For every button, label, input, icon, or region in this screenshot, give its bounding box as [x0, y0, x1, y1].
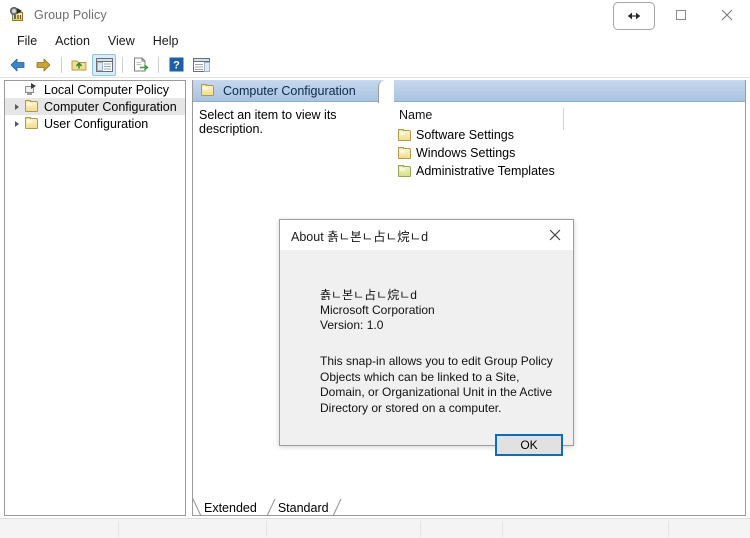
dialog-description: This snap-in allows you to edit Group Po…: [320, 354, 557, 415]
menu-action[interactable]: Action: [46, 32, 99, 50]
tab-label: Extended: [204, 500, 257, 515]
tree-node-computer-configuration[interactable]: Computer Configuration: [5, 98, 185, 115]
close-icon: [721, 9, 733, 21]
product-name: 춁ㄴ본ㄴ占ㄴ烷ㄴd: [320, 288, 417, 302]
window-title: Group Policy: [34, 8, 107, 22]
expander-chevron[interactable]: [9, 99, 24, 114]
group-policy-window: Group Policy File Action View Help ? Loc…: [0, 0, 750, 538]
list-item-label: Administrative Templates: [416, 164, 555, 178]
column-divider[interactable]: [563, 108, 564, 130]
console-tree-icon: [95, 57, 113, 72]
list-item-label: Software Settings: [416, 128, 514, 142]
version-text: Version: 1.0: [320, 318, 384, 332]
tree-node-user-configuration[interactable]: User Configuration: [5, 115, 185, 132]
list-item-label: Windows Settings: [416, 146, 516, 160]
about-dialog[interactable]: About 춁ㄴ본ㄴ占ㄴ烷ㄴd 춁ㄴ본ㄴ占ㄴ烷ㄴd Microsoft Corp…: [279, 219, 574, 456]
status-divider: [266, 521, 267, 537]
list-column-header[interactable]: Name: [391, 108, 745, 130]
list-item[interactable]: Administrative Templates: [391, 162, 745, 180]
ok-button-label: OK: [520, 438, 538, 452]
status-divider: [420, 521, 421, 537]
menu-file[interactable]: File: [8, 32, 46, 50]
list-item[interactable]: Windows Settings: [391, 144, 745, 162]
folder-icon: [397, 146, 413, 161]
close-button[interactable]: [704, 0, 750, 30]
forward-button[interactable]: [31, 54, 55, 76]
group-policy-icon: [10, 7, 26, 23]
tab-slash-left: [192, 498, 202, 517]
action-pane-icon: [192, 57, 210, 72]
back-button[interactable]: [6, 54, 30, 76]
show-hide-console-tree-button[interactable]: [92, 53, 116, 76]
tree-node-label: Local Computer Policy: [44, 82, 170, 97]
toolbar-separator: [61, 56, 62, 73]
ok-button[interactable]: OK: [495, 434, 563, 456]
pane-header-notch: [378, 80, 394, 103]
folder-icon: [200, 83, 216, 98]
chevron-right-icon: [14, 103, 19, 110]
menu-help[interactable]: Help: [144, 32, 188, 50]
expander-chevron[interactable]: [9, 116, 24, 131]
status-divider: [502, 521, 503, 537]
folder-up-icon: [71, 60, 87, 70]
status-bar: [0, 518, 750, 538]
maximize-icon: [676, 10, 686, 20]
tab-slash-left: [266, 498, 276, 517]
show-hide-action-pane-button[interactable]: [189, 54, 213, 76]
folder-icon: [24, 116, 40, 131]
title-bar: Group Policy: [0, 0, 750, 30]
toolbar-separator: [158, 56, 159, 73]
close-icon: [549, 229, 561, 241]
tab-extended[interactable]: Extended: [192, 498, 266, 517]
details-pane-title: Computer Configuration: [223, 83, 356, 98]
tab-slash-right: [332, 498, 342, 517]
horizontal-resize-cursor-icon: [628, 12, 640, 20]
question-mark-icon: ?: [169, 57, 183, 72]
tree-node-label: Computer Configuration: [44, 99, 177, 114]
policy-icon: [24, 82, 40, 97]
toolbar-separator: [122, 56, 123, 73]
description-text: Select an item to view its description.: [199, 108, 337, 136]
status-divider: [668, 521, 669, 537]
dialog-body: 춁ㄴ본ㄴ占ㄴ烷ㄴd Microsoft Corporation Version:…: [280, 250, 573, 456]
tab-label: Standard: [277, 500, 329, 515]
dialog-title-bar: About 춁ㄴ본ㄴ占ㄴ烷ㄴd: [280, 220, 573, 250]
tree-node-local-computer-policy[interactable]: Local Computer Policy: [5, 81, 185, 98]
resize-cursor-overlay: [613, 2, 655, 30]
folder-icon: [397, 128, 413, 143]
folder-green-icon: [397, 164, 413, 179]
company-name: Microsoft Corporation: [320, 303, 435, 317]
export-list-icon: [133, 57, 149, 72]
console-tree-pane[interactable]: Local Computer Policy Computer Configura…: [4, 80, 186, 516]
chevron-right-icon: [14, 120, 19, 127]
view-tabs: Extended Standard: [192, 497, 342, 517]
tree-node-label: User Configuration: [44, 116, 149, 131]
expander-placeholder: [9, 82, 24, 97]
dialog-title: About 춁ㄴ본ㄴ占ㄴ烷ㄴd: [291, 229, 429, 244]
help-button[interactable]: ?: [164, 54, 188, 76]
up-one-level-button[interactable]: [67, 54, 91, 76]
maximize-button[interactable]: [658, 0, 704, 30]
svg-text:?: ?: [173, 60, 180, 72]
menu-view[interactable]: View: [99, 32, 144, 50]
status-divider: [118, 521, 119, 537]
export-list-button[interactable]: [128, 54, 152, 76]
product-info-block: 춁ㄴ본ㄴ占ㄴ烷ㄴd Microsoft Corporation Version:…: [320, 288, 435, 333]
dialog-close-button[interactable]: [537, 220, 573, 250]
menu-bar: File Action View Help: [0, 30, 750, 52]
toolbar: ?: [0, 52, 750, 78]
back-arrow-icon: [10, 58, 25, 71]
details-pane-header: Computer Configuration: [193, 80, 745, 102]
column-header-name: Name: [399, 108, 433, 122]
forward-arrow-icon: [36, 58, 51, 71]
list-item[interactable]: Software Settings: [391, 126, 745, 144]
tab-standard[interactable]: Standard: [266, 498, 342, 517]
folder-icon: [24, 99, 40, 114]
